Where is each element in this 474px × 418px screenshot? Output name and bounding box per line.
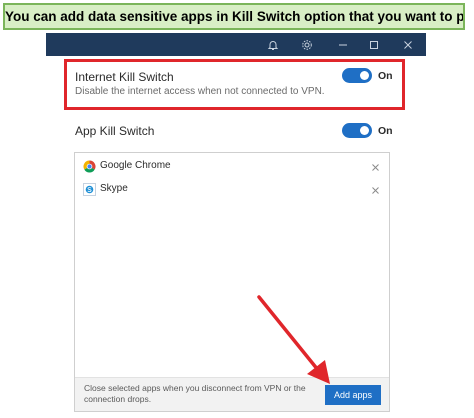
close-icon[interactable]	[395, 33, 421, 56]
remove-app-icon[interactable]	[370, 183, 381, 194]
screenshot-page: You can add data sensitive apps in Kill …	[0, 0, 474, 418]
app-kill-switch-state: On	[378, 125, 393, 137]
app-list-panel: Google Chrome Skype Close selected apps …	[74, 152, 390, 412]
annotation-banner: You can add data sensitive apps in Kill …	[3, 3, 465, 30]
minimize-icon[interactable]	[330, 33, 356, 56]
app-name: Google Chrome	[100, 160, 171, 171]
internet-kill-switch-highlight	[64, 59, 405, 110]
internet-kill-switch-toggle[interactable]	[342, 68, 372, 83]
skype-icon	[83, 183, 96, 196]
gear-icon[interactable]	[294, 33, 320, 56]
toggle-knob	[360, 126, 369, 135]
footer-description: Close selected apps when you disconnect …	[84, 383, 306, 404]
app-list-footer: Close selected apps when you disconnect …	[75, 377, 389, 411]
add-apps-button[interactable]: Add apps	[325, 385, 381, 405]
app-name: Skype	[100, 183, 128, 194]
maximize-icon[interactable]	[361, 33, 387, 56]
chrome-icon	[83, 160, 96, 173]
remove-app-icon[interactable]	[370, 160, 381, 171]
toggle-knob	[360, 71, 369, 80]
internet-kill-switch-title: Internet Kill Switch	[75, 70, 174, 84]
bell-icon[interactable]	[260, 33, 286, 56]
internet-kill-switch-state: On	[378, 70, 393, 82]
list-item-skype[interactable]: Skype	[83, 181, 381, 199]
internet-kill-switch-description: Disable the internet access when not con…	[75, 86, 325, 97]
title-bar	[46, 33, 426, 56]
list-item-google-chrome[interactable]: Google Chrome	[83, 158, 381, 176]
app-kill-switch-title: App Kill Switch	[75, 124, 155, 138]
app-kill-switch-toggle[interactable]	[342, 123, 372, 138]
